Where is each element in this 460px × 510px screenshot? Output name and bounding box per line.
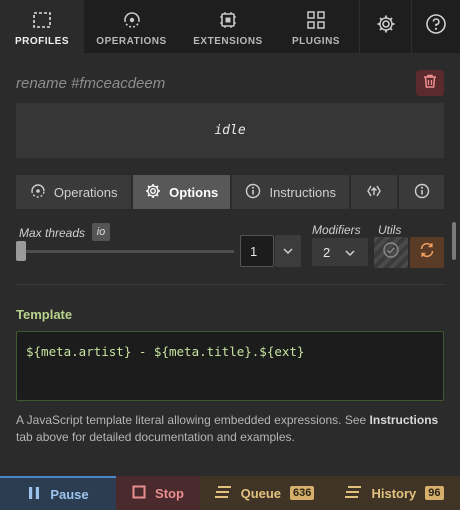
history-count-badge: 96 bbox=[425, 486, 444, 500]
stop-button[interactable]: Stop bbox=[116, 476, 200, 510]
history-icon bbox=[344, 485, 362, 502]
subtab-about[interactable] bbox=[399, 175, 444, 209]
template-help-text: A JavaScript template literal allowing e… bbox=[16, 412, 444, 446]
stop-icon bbox=[132, 485, 146, 502]
profile-subtabs: Operations Options Instructions bbox=[16, 175, 444, 209]
max-threads-slider-handle[interactable] bbox=[16, 241, 26, 261]
help-suffix: tab above for detailed documentation and… bbox=[16, 430, 295, 444]
info-icon bbox=[414, 183, 430, 202]
info-icon bbox=[245, 183, 261, 202]
stop-label: Stop bbox=[155, 485, 184, 501]
tab-profiles-label: PROFILES bbox=[14, 36, 69, 47]
modifiers-label: Modifiers bbox=[312, 223, 361, 237]
gear-icon bbox=[376, 14, 396, 39]
queue-count-badge: 636 bbox=[290, 486, 315, 500]
status-text: idle bbox=[16, 103, 444, 158]
util-check-button[interactable] bbox=[374, 237, 408, 268]
divider bbox=[16, 284, 444, 285]
tab-operations-label: OPERATIONS bbox=[96, 36, 167, 47]
template-input[interactable]: ${meta.artist} - ${meta.title}.${ext} bbox=[16, 331, 444, 401]
queue-label: Queue bbox=[240, 485, 282, 501]
gear-icon bbox=[145, 183, 161, 202]
modifiers-value: 2 bbox=[323, 244, 331, 260]
max-threads-input[interactable]: 1 bbox=[240, 235, 274, 267]
max-threads-slider-track[interactable] bbox=[16, 250, 234, 253]
chevron-down-icon bbox=[282, 242, 294, 260]
profiles-icon bbox=[31, 9, 53, 31]
queue-button[interactable]: Queue 636 bbox=[200, 476, 328, 510]
tab-extensions[interactable]: EXTENSIONS bbox=[179, 0, 277, 53]
check-circle-icon bbox=[382, 241, 400, 264]
plugins-icon bbox=[305, 9, 327, 31]
help-prefix: A JavaScript template literal allowing e… bbox=[16, 413, 370, 427]
subtab-options[interactable]: Options bbox=[133, 175, 230, 209]
util-refresh-button[interactable] bbox=[410, 237, 444, 268]
max-threads-dropdown-button[interactable] bbox=[275, 235, 301, 267]
tab-profiles[interactable]: PROFILES bbox=[0, 0, 84, 53]
help-instructions-link: Instructions bbox=[369, 413, 439, 427]
pause-label: Pause bbox=[50, 486, 89, 502]
delete-profile-button[interactable] bbox=[416, 70, 444, 96]
extensions-icon bbox=[217, 9, 239, 31]
trash-icon bbox=[422, 73, 438, 94]
subtab-operations-label: Operations bbox=[53, 184, 118, 200]
modifiers-select[interactable]: 2 bbox=[312, 238, 368, 266]
tab-extensions-label: EXTENSIONS bbox=[193, 36, 263, 47]
subtab-instructions[interactable]: Instructions bbox=[232, 175, 350, 209]
help-icon bbox=[425, 13, 447, 40]
bottom-bar: Pause Stop Queue 636 History 96 bbox=[0, 476, 460, 510]
subtab-export[interactable] bbox=[351, 175, 398, 209]
io-badge: io bbox=[92, 223, 110, 241]
subtab-operations[interactable]: Operations bbox=[16, 175, 132, 209]
tab-plugins[interactable]: PLUGINS bbox=[277, 0, 355, 53]
max-threads-label: Max threads bbox=[19, 226, 86, 240]
top-nav: PROFILES OPERATIONS EXTENSIONS PLUGINS bbox=[0, 0, 460, 53]
history-label: History bbox=[371, 485, 417, 501]
utils-label: Utils bbox=[378, 223, 402, 237]
template-title: Template bbox=[16, 307, 73, 322]
refresh-icon bbox=[418, 241, 436, 264]
upload-icon bbox=[366, 183, 382, 202]
help-button[interactable] bbox=[411, 0, 460, 53]
pause-icon bbox=[27, 486, 41, 503]
pause-button[interactable]: Pause bbox=[0, 476, 116, 510]
profile-name[interactable]: rename #fmceacdeem bbox=[16, 75, 165, 92]
history-button[interactable]: History 96 bbox=[328, 476, 460, 510]
subtab-options-label: Options bbox=[169, 184, 219, 200]
chevron-down-icon bbox=[344, 245, 356, 260]
tab-operations[interactable]: OPERATIONS bbox=[84, 0, 179, 53]
operations-icon bbox=[30, 183, 46, 201]
subtab-instructions-label: Instructions bbox=[269, 184, 336, 200]
operations-icon bbox=[121, 9, 143, 31]
settings-button[interactable] bbox=[359, 0, 411, 53]
scrollbar[interactable] bbox=[452, 222, 456, 260]
queue-icon bbox=[214, 485, 232, 502]
tab-plugins-label: PLUGINS bbox=[292, 36, 340, 47]
